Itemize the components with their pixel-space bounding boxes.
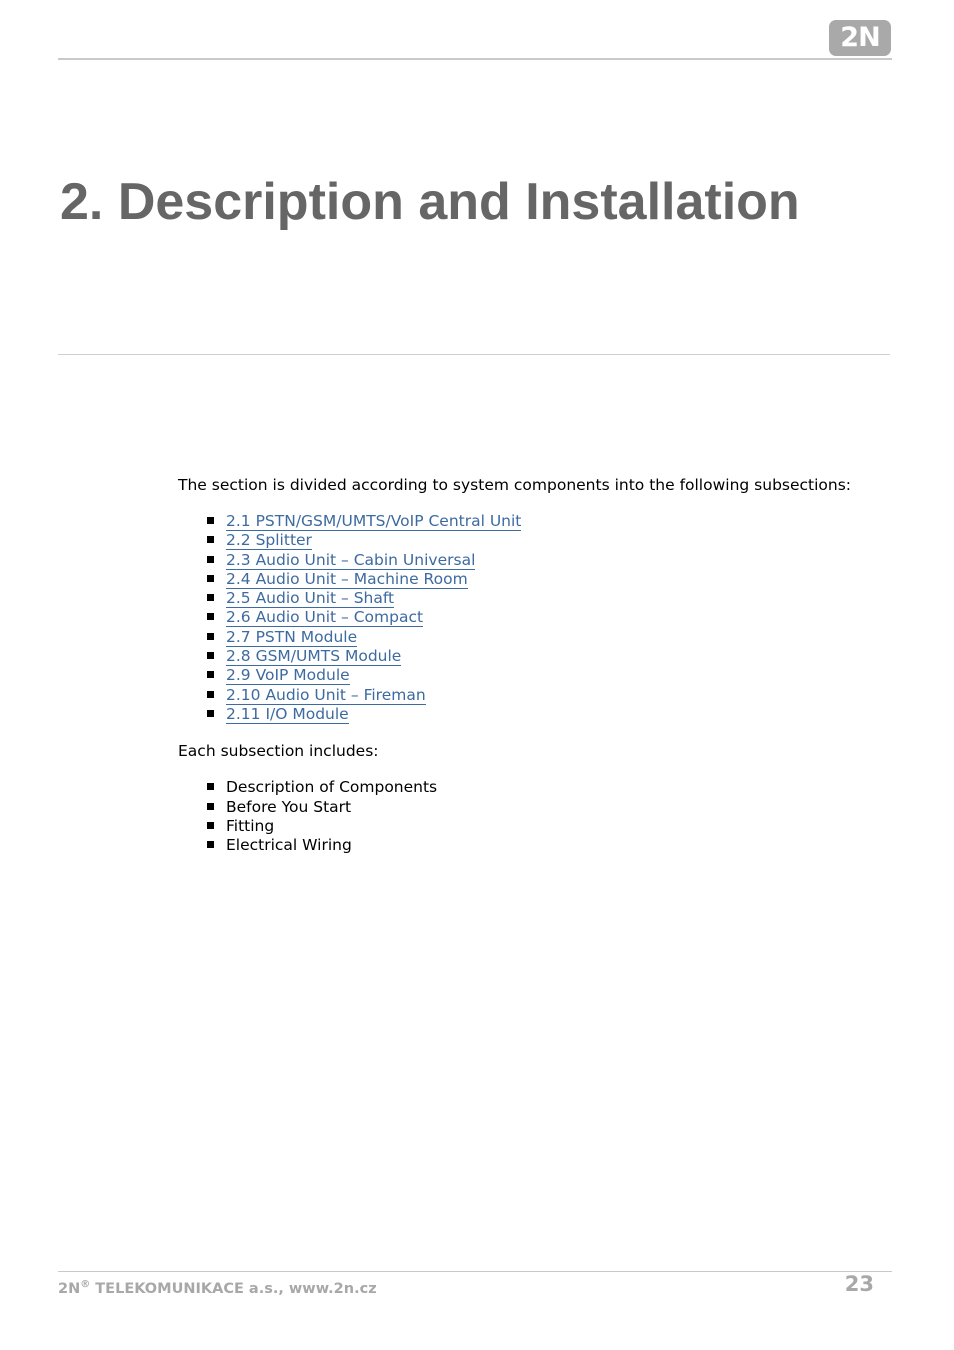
include-item: Description of Components	[226, 778, 438, 797]
include-item: Electrical Wiring	[226, 836, 352, 855]
list-item: 2.4 Audio Unit – Machine Room	[178, 569, 851, 589]
include-item: Before You Start	[226, 797, 352, 816]
list-item: 2.3 Audio Unit – Cabin Universal	[178, 550, 851, 570]
list-item: Fitting	[178, 817, 851, 836]
subsection-link[interactable]: 2.11 I/O Module	[226, 704, 349, 724]
list-item: 2.1 PSTN/GSM/UMTS/VoIP Central Unit	[178, 512, 851, 531]
bullet-icon	[207, 841, 214, 849]
list-item: 2.10 Audio Unit – Fireman	[178, 685, 851, 705]
bullet-icon	[207, 536, 214, 544]
footer-text: 2N® TELEKOMUNIKACE a.s., www.2n.cz	[58, 1279, 377, 1297]
list-item: Before You Start	[178, 798, 851, 817]
bullet-icon	[207, 555, 214, 563]
bullet-icon	[207, 517, 214, 524]
list-item: 2.6 Audio Unit – Compact	[178, 608, 851, 628]
includes-list: Description of Components Before You Sta…	[178, 778, 851, 855]
intro-text: The section is divided according to syst…	[178, 476, 852, 494]
2n-logo: 2N	[829, 20, 891, 56]
bullet-icon	[207, 821, 214, 829]
subsection-link[interactable]: 2.1 PSTN/GSM/UMTS/VoIP Central Unit	[226, 512, 522, 531]
list-item: 2.2 Splitter	[178, 531, 851, 551]
bullet-icon	[207, 783, 214, 791]
main-content: The section is divided according to syst…	[178, 475, 851, 855]
include-item: Fitting	[226, 816, 275, 835]
subsection-link[interactable]: 2.9 VoIP Module	[226, 666, 350, 686]
header-divider	[58, 58, 892, 60]
list-item: 2.9 VoIP Module	[178, 666, 851, 686]
bullet-icon	[207, 613, 214, 621]
list-item: 2.11 I/O Module	[178, 704, 851, 724]
title-divider	[58, 354, 890, 355]
bullet-icon	[207, 802, 214, 810]
subsection-link[interactable]: 2.3 Audio Unit – Cabin Universal	[226, 550, 476, 570]
list-item: Description of Components	[178, 778, 851, 797]
bullet-icon	[207, 594, 214, 602]
bullet-icon	[207, 652, 214, 660]
bullet-icon	[207, 690, 214, 698]
list-item: 2.8 GSM/UMTS Module	[178, 647, 851, 667]
list-item: 2.7 PSTN Module	[178, 627, 851, 647]
subsection-link[interactable]: 2.8 GSM/UMTS Module	[226, 647, 402, 667]
subsection-link[interactable]: 2.2 Splitter	[226, 531, 312, 551]
subsection-link[interactable]: 2.5 Audio Unit – Shaft	[226, 589, 395, 609]
bullet-icon	[207, 574, 214, 582]
footer-brand: 2N	[58, 1280, 81, 1297]
page-title: 2. Description and Installation	[60, 173, 800, 231]
bullet-icon	[207, 671, 214, 679]
footer-company: TELEKOMUNIKACE a.s., www.2n.cz	[90, 1280, 377, 1297]
footer-divider	[58, 1271, 892, 1272]
list-item: Electrical Wiring	[178, 836, 851, 855]
subsection-link[interactable]: 2.6 Audio Unit – Compact	[226, 608, 424, 628]
bullet-icon	[207, 632, 214, 640]
registered-mark: ®	[80, 1279, 91, 1290]
page-number: 23	[844, 1272, 874, 1296]
includes-label: Each subsection includes:	[178, 742, 379, 761]
list-item: 2.5 Audio Unit – Shaft	[178, 589, 851, 609]
subsection-link[interactable]: 2.4 Audio Unit – Machine Room	[226, 569, 468, 589]
subsection-link[interactable]: 2.7 PSTN Module	[226, 627, 358, 647]
subsection-list: 2.1 PSTN/GSM/UMTS/VoIP Central Unit 2.2 …	[178, 512, 851, 724]
bullet-icon	[207, 709, 214, 717]
subsection-link[interactable]: 2.10 Audio Unit – Fireman	[226, 685, 426, 705]
